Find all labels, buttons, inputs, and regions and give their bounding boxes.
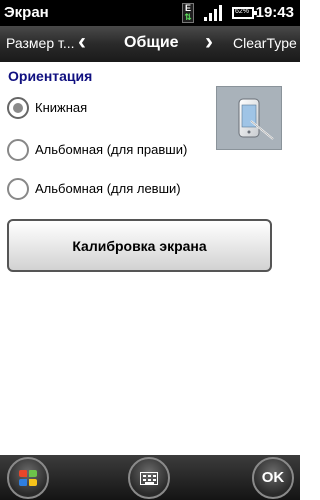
clock[interactable]: 19:43 [256, 4, 294, 21]
battery-icon: 62% [232, 7, 257, 19]
radio-landscape-right[interactable]: Альбомная (для правши) [7, 139, 217, 163]
ok-button[interactable]: OK [252, 457, 294, 499]
tab-previous[interactable]: Размер т... [6, 35, 75, 51]
radio-landscape-left[interactable]: Альбомная (для левши) [7, 178, 217, 202]
radio-portrait[interactable]: Книжная [7, 97, 217, 121]
signal-strength-icon [204, 3, 226, 23]
radio-button-selected[interactable] [7, 97, 29, 119]
window-title: Экран [4, 4, 49, 21]
chevron-left-icon[interactable]: ‹ [78, 30, 86, 54]
bottom-bar: OK [0, 455, 300, 500]
windows-flag-icon [19, 470, 37, 486]
calibrate-screen-button[interactable]: Калибровка экрана [7, 219, 272, 272]
orientation-heading: Ориентация [8, 68, 93, 84]
chevron-right-icon[interactable]: › [205, 30, 213, 54]
radio-label[interactable]: Альбомная (для левши) [35, 181, 181, 196]
status-bar: Экран E ⇅ 62% 19:43 [0, 0, 300, 26]
radio-button[interactable] [7, 139, 29, 161]
radio-button[interactable] [7, 178, 29, 200]
tab-bar: Размер т... ‹ Общие › ClearType [0, 26, 300, 62]
start-button[interactable] [7, 457, 49, 499]
radio-label[interactable]: Альбомная (для правши) [35, 142, 187, 157]
radio-label[interactable]: Книжная [35, 100, 87, 115]
phone-stylus-icon [238, 98, 274, 140]
tab-next[interactable]: ClearType [233, 35, 297, 51]
orientation-preview [216, 86, 282, 150]
tab-current[interactable]: Общие [124, 34, 179, 52]
edge-network-icon: E ⇅ [182, 3, 194, 23]
keyboard-button[interactable] [128, 457, 170, 499]
keyboard-icon [140, 472, 158, 485]
